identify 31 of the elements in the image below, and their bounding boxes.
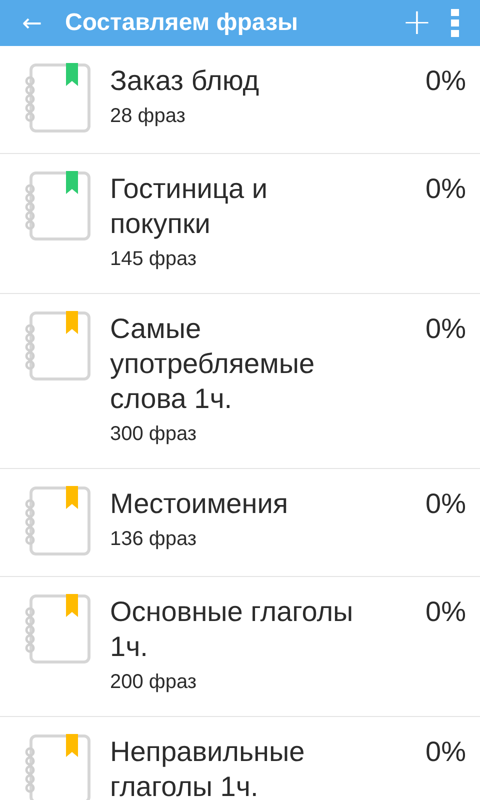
notebook-icon: [25, 172, 90, 240]
phrase-count: 28 фраз: [110, 104, 186, 129]
phrase-count: 145 фраз: [110, 247, 198, 272]
topic-title: Неправильные глаголы 1ч.: [110, 735, 306, 800]
topic-title: Заказ блюд: [110, 64, 260, 98]
progress-percent: 0%: [426, 487, 466, 521]
topic-title: Гостиница и покупки: [110, 172, 268, 241]
topic-item[interactable]: Основные глаголы 1ч. 200 фраз 0%: [0, 577, 480, 717]
topic-item[interactable]: Местоимения 136 фраз 0%: [0, 469, 480, 577]
progress-percent: 0%: [426, 312, 466, 346]
more-icon[interactable]: [450, 8, 460, 38]
topic-item[interactable]: Самые употребляемые слова 1ч. 300 фраз 0%: [0, 294, 480, 469]
screen-title: Составляем фразы: [65, 9, 299, 37]
phrase-count: 300 фраз: [110, 422, 198, 447]
notebook-icon: [25, 734, 90, 800]
notebook-icon: [25, 64, 90, 132]
topic-item[interactable]: Гостиница и покупки 145 фраз 0%: [0, 154, 480, 294]
topic-title: Местоимения: [110, 487, 290, 521]
notebook-icon: [25, 486, 90, 556]
progress-percent: 0%: [426, 64, 466, 98]
phrase-count: 200 фраз: [110, 670, 198, 695]
progress-percent: 0%: [426, 172, 466, 206]
progress-percent: 0%: [426, 735, 466, 769]
topic-item[interactable]: Неправильные глаголы 1ч. 0%: [0, 717, 480, 800]
topic-title: Самые употребляемые слова 1ч.: [110, 312, 316, 416]
notebook-icon: [25, 312, 90, 380]
phrase-count: 136 фраз: [110, 527, 198, 552]
topic-item[interactable]: Заказ блюд 28 фраз 0%: [0, 46, 480, 154]
progress-percent: 0%: [426, 595, 466, 629]
topic-title: Основные глаголы 1ч.: [110, 595, 354, 664]
notebook-icon: [25, 594, 90, 664]
